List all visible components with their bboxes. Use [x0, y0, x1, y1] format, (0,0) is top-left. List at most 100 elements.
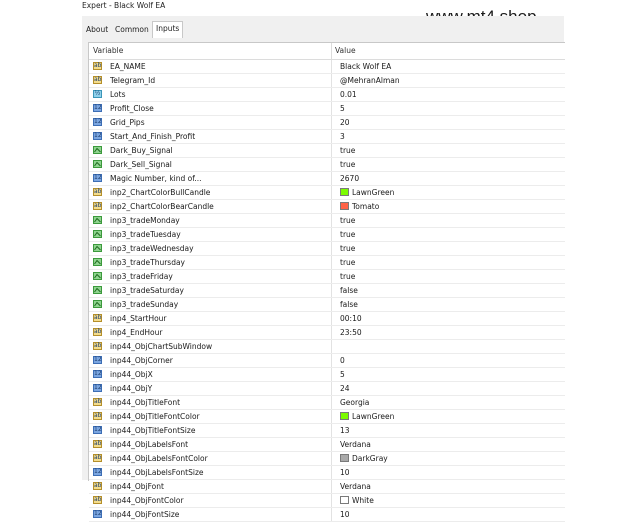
value-text: Verdana [340, 482, 371, 491]
grid-row[interactable]: inp3_tradeSaturday false [89, 284, 565, 298]
value-cell[interactable]: true [340, 242, 560, 255]
value-cell[interactable]: true [340, 256, 560, 269]
value-cell[interactable]: true [340, 270, 560, 283]
grid-row[interactable]: Dark_Buy_Signal true [89, 144, 565, 158]
value-cell[interactable]: 5 [340, 102, 560, 115]
value-text: 24 [340, 384, 350, 393]
grid-row[interactable]: inp3_tradeWednesday true [89, 242, 565, 256]
value-cell[interactable]: 10 [340, 466, 560, 479]
grid-row[interactable]: ab inp44_ObjTitleFont Georgia [89, 396, 565, 410]
color-swatch [340, 412, 349, 420]
value-cell[interactable]: false [340, 298, 560, 311]
grid-row[interactable]: 12 Start_And_Finish_Profit 3 [89, 130, 565, 144]
grid-row[interactable]: inp3_tradeFriday true [89, 270, 565, 284]
cell-divider [331, 438, 332, 451]
cell-divider [331, 466, 332, 479]
grid-row[interactable]: inp3_tradeTuesday true [89, 228, 565, 242]
value-cell[interactable]: DarkGray [340, 452, 560, 465]
cell-divider [331, 270, 332, 283]
grid-row[interactable]: ½ Lots 0.01 [89, 88, 565, 102]
grid-row[interactable]: inp3_tradeSunday false [89, 298, 565, 312]
grid-row[interactable]: 12 inp44_ObjCorner 0 [89, 354, 565, 368]
value-cell[interactable]: 5 [340, 368, 560, 381]
value-cell[interactable]: LawnGreen [340, 186, 560, 199]
integer-type-icon: 12 [93, 132, 102, 140]
grid-row[interactable]: inp3_tradeMonday true [89, 214, 565, 228]
value-cell[interactable]: Tomato [340, 200, 560, 213]
boolean-type-icon [93, 146, 102, 154]
value-cell[interactable]: @MehranAlman [340, 74, 560, 87]
cell-divider [331, 158, 332, 171]
value-cell[interactable]: 2670 [340, 172, 560, 185]
cell-divider [331, 242, 332, 255]
value-cell[interactable]: LawnGreen [340, 410, 560, 423]
column-divider[interactable] [331, 43, 332, 59]
value-cell[interactable]: 23:50 [340, 326, 560, 339]
integer-type-icon: 12 [93, 510, 102, 518]
integer-type-icon: 12 [93, 104, 102, 112]
grid-row[interactable]: ab inp44_ObjLabelsFont Verdana [89, 438, 565, 452]
string-type-icon: ab [93, 398, 102, 406]
value-cell[interactable]: true [340, 158, 560, 171]
variable-name: inp4_StartHour [110, 314, 167, 323]
cell-divider [331, 116, 332, 129]
value-cell[interactable]: true [340, 214, 560, 227]
grid-row[interactable]: ab Telegram_Id @MehranAlman [89, 74, 565, 88]
value-cell[interactable]: 3 [340, 130, 560, 143]
grid-row[interactable]: 12 inp44_ObjY 24 [89, 382, 565, 396]
value-cell[interactable]: false [340, 284, 560, 297]
grid-row[interactable]: ab inp4_EndHour 23:50 [89, 326, 565, 340]
value-cell[interactable]: Verdana [340, 480, 560, 493]
value-cell[interactable]: 00:10 [340, 312, 560, 325]
value-cell[interactable]: Black Wolf EA [340, 60, 560, 73]
value-cell[interactable]: Georgia [340, 396, 560, 409]
grid-row[interactable]: 12 Grid_Pips 20 [89, 116, 565, 130]
grid-row[interactable]: 12 inp44_ObjFontSize 10 [89, 508, 565, 522]
integer-type-icon: 12 [93, 356, 102, 364]
value-text: true [340, 272, 356, 281]
variable-name: inp44_ObjFontColor [110, 496, 184, 505]
grid-row[interactable]: 12 inp44_ObjX 5 [89, 368, 565, 382]
cell-divider [331, 410, 332, 423]
value-cell[interactable]: White [340, 494, 560, 507]
grid-row[interactable]: ab inp44_ObjLabelsFontColor DarkGray [89, 452, 565, 466]
value-cell[interactable]: 24 [340, 382, 560, 395]
grid-header: Variable Value [89, 43, 565, 60]
value-cell[interactable]: true [340, 144, 560, 157]
grid-row[interactable]: ab inp44_ObjChartSubWindow [89, 340, 565, 354]
cell-divider [331, 494, 332, 507]
color-type-icon: ab [93, 412, 102, 420]
value-cell[interactable]: 0.01 [340, 88, 560, 101]
grid-row[interactable]: 12 Magic Number, kind of... 2670 [89, 172, 565, 186]
grid-row[interactable]: ab inp44_ObjTitleFontColor LawnGreen [89, 410, 565, 424]
value-cell[interactable]: 13 [340, 424, 560, 437]
grid-row[interactable]: ab inp44_ObjFont Verdana [89, 480, 565, 494]
grid-row[interactable]: inp3_tradeThursday true [89, 256, 565, 270]
value-cell[interactable]: 10 [340, 508, 560, 521]
grid-row[interactable]: ab inp2_ChartColorBullCandle LawnGreen [89, 186, 565, 200]
value-cell[interactable]: 20 [340, 116, 560, 129]
cell-divider [331, 144, 332, 157]
tab-common[interactable]: Common [112, 23, 152, 37]
grid-row[interactable]: 12 inp44_ObjTitleFontSize 13 [89, 424, 565, 438]
tab-inputs[interactable]: Inputs [152, 21, 184, 38]
color-type-icon: ab [93, 496, 102, 504]
value-cell[interactable]: 0 [340, 354, 560, 367]
grid-row[interactable]: Dark_Sell_Signal true [89, 158, 565, 172]
value-text: Georgia [340, 398, 370, 407]
column-header-value[interactable]: Value [335, 43, 356, 59]
variable-name: Profit_Close [110, 104, 154, 113]
value-cell[interactable]: Verdana [340, 438, 560, 451]
cell-divider [331, 214, 332, 227]
column-header-variable[interactable]: Variable [93, 43, 123, 59]
variable-name: inp2_ChartColorBullCandle [110, 188, 211, 197]
value-cell[interactable]: true [340, 228, 560, 241]
grid-row[interactable]: ab inp44_ObjFontColor White [89, 494, 565, 508]
tab-about[interactable]: About [83, 23, 111, 37]
variable-name: inp3_tradeFriday [110, 272, 173, 281]
grid-row[interactable]: 12 inp44_ObjLabelsFontSize 10 [89, 466, 565, 480]
grid-row[interactable]: ab EA_NAME Black Wolf EA [89, 60, 565, 74]
grid-row[interactable]: ab inp4_StartHour 00:10 [89, 312, 565, 326]
grid-row[interactable]: ab inp2_ChartColorBearCandle Tomato [89, 200, 565, 214]
grid-row[interactable]: 12 Profit_Close 5 [89, 102, 565, 116]
